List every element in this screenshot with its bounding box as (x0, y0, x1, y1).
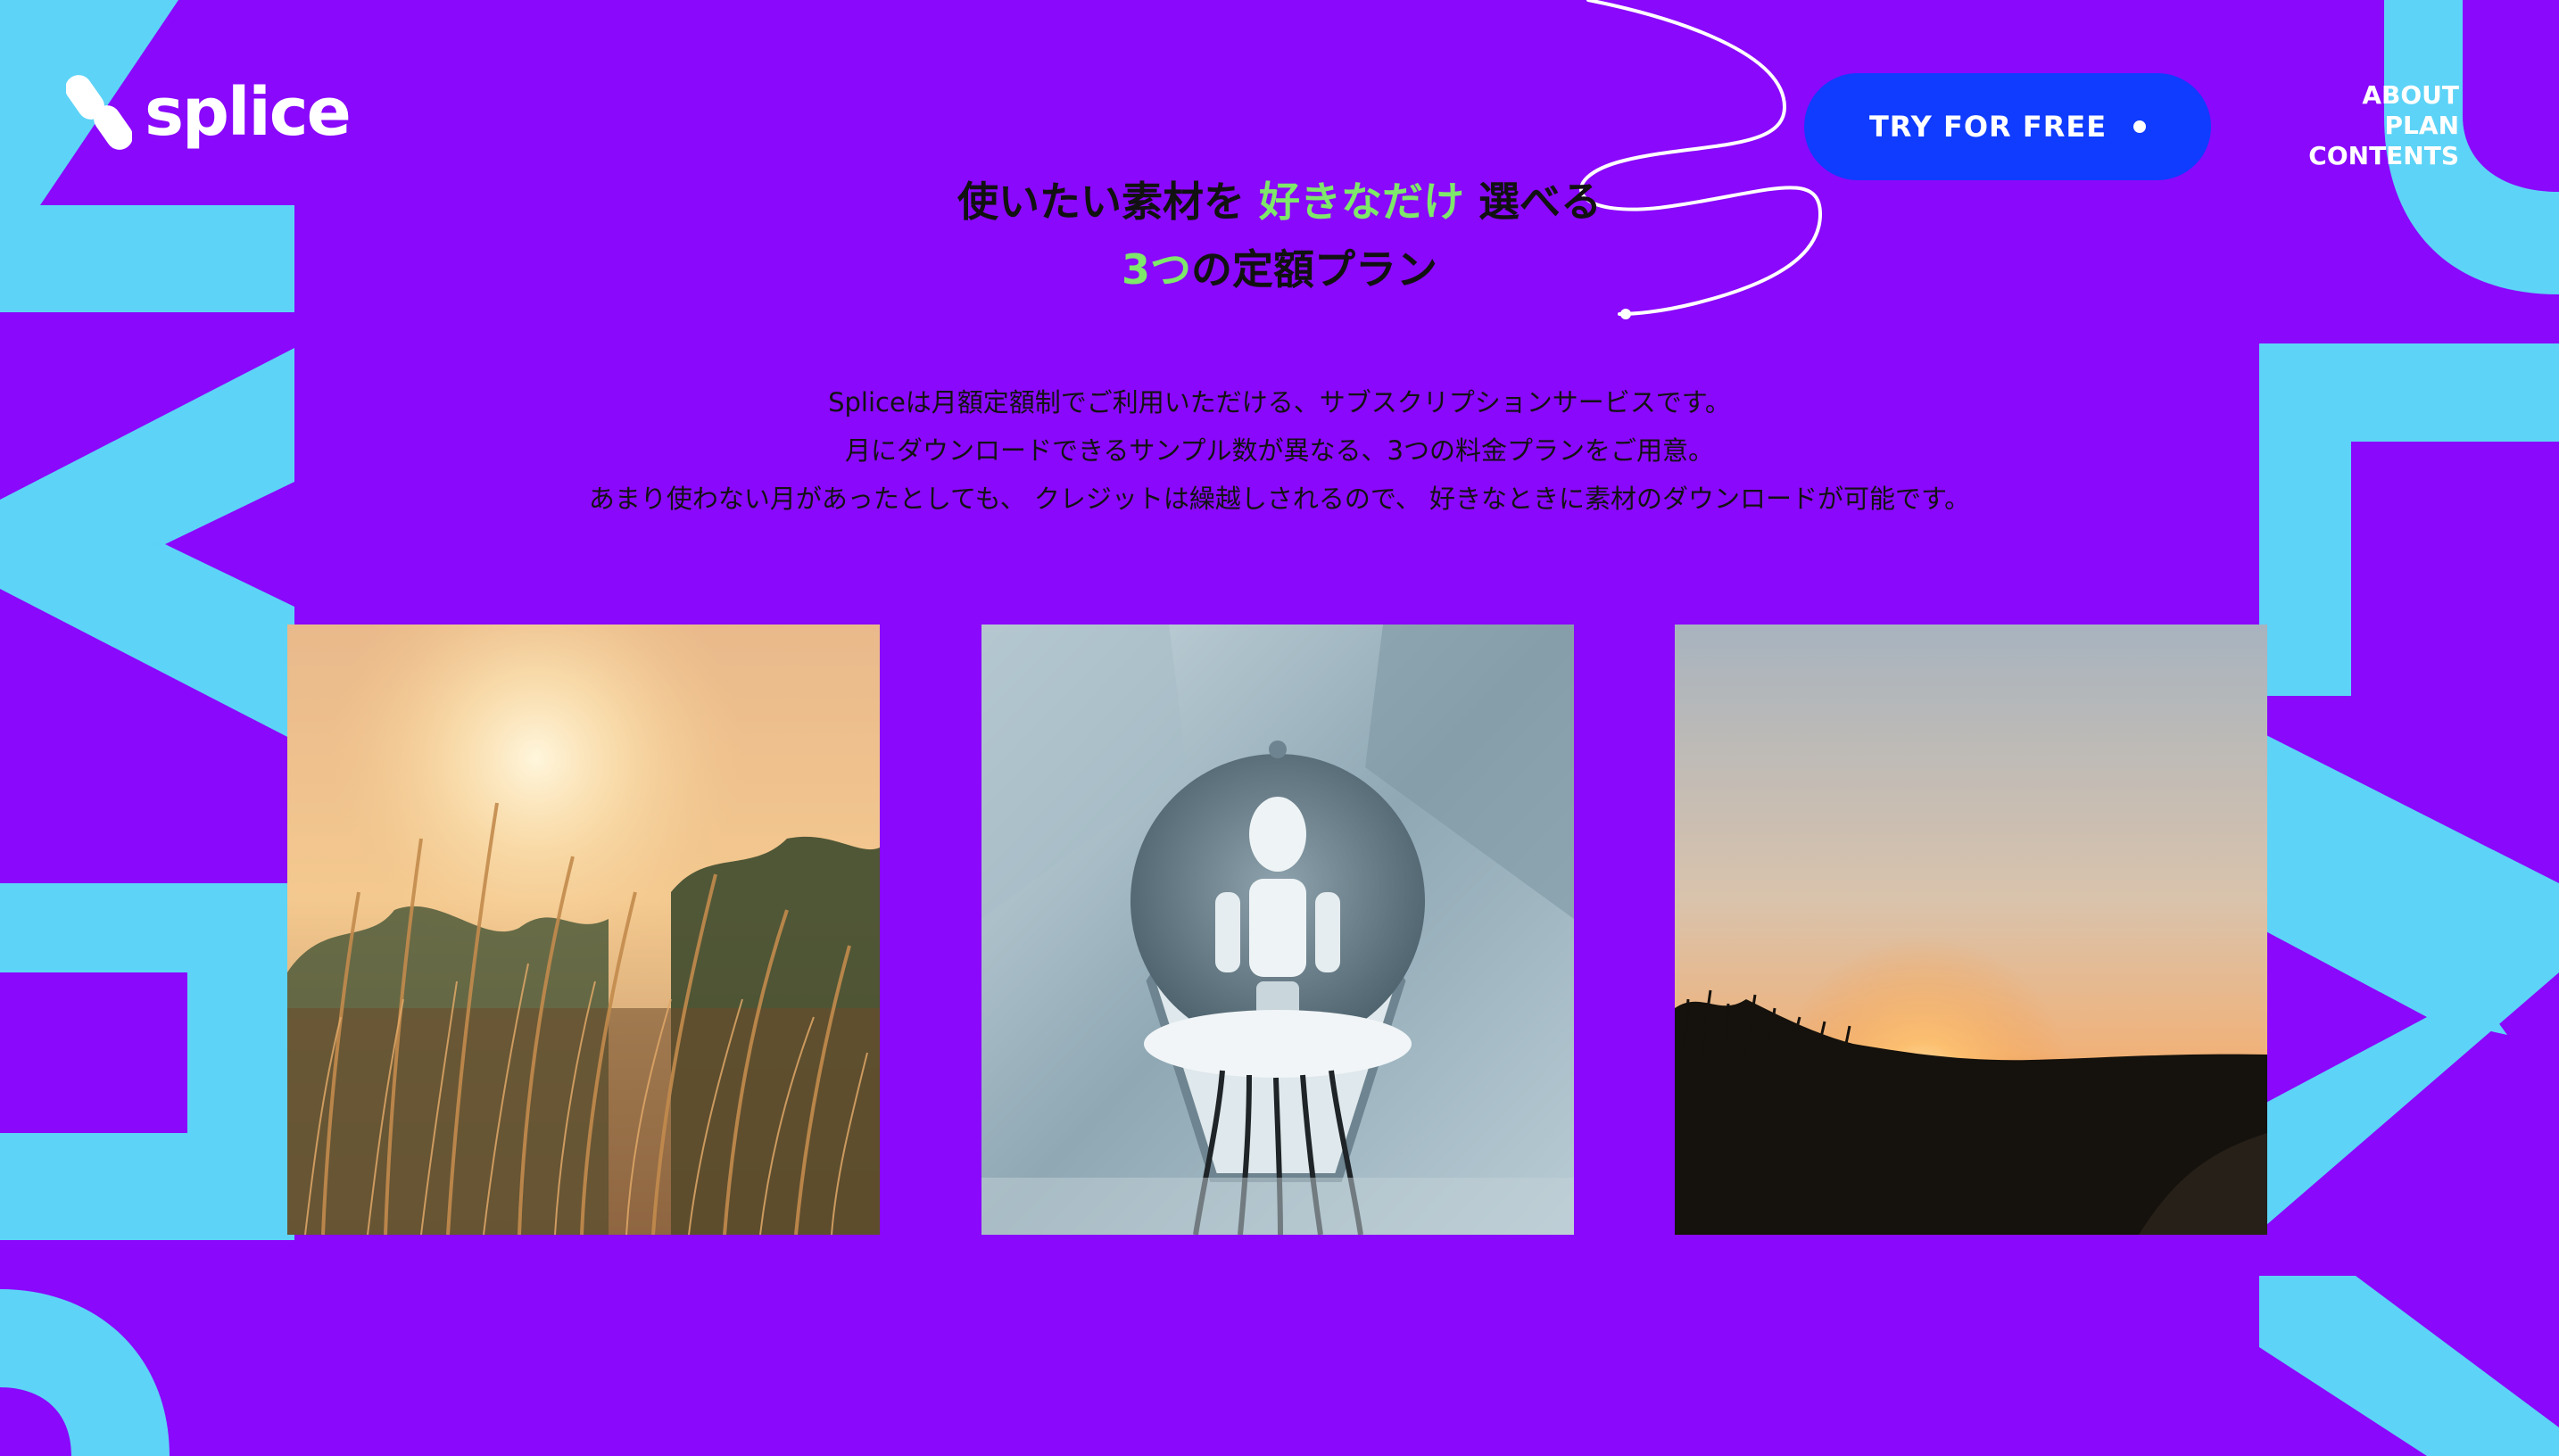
headline-text: 選べる (1464, 178, 1602, 226)
section-headline: 使いたい素材を 好きなだけ 選べる 3つの定額プラン (0, 168, 2559, 303)
nav-plan[interactable]: PLAN (2308, 111, 2459, 141)
headline-text: 使いたい素材を (957, 178, 1259, 226)
nav-about[interactable]: ABOUT (2308, 80, 2459, 111)
headline-accent: 好きなだけ (1259, 178, 1464, 226)
logo-wordmark: splice (145, 74, 352, 151)
splice-logo[interactable]: splice (66, 70, 352, 155)
cta-label: TRY FOR FREE (1868, 110, 2108, 144)
dot-icon (2133, 120, 2147, 133)
robot-meditation-photo (981, 625, 1574, 1235)
grass-sunset-photo (287, 625, 880, 1235)
headline-accent: 3つ (1121, 245, 1191, 294)
description-line: あまり使わない月があったとしても、 クレジットは繰越しされるので、 好きなときに… (588, 484, 1971, 514)
headline-line-1: 使いたい素材を 好きなだけ 選べる (0, 168, 2559, 236)
headline-text: の定額プラン (1191, 245, 1437, 294)
nav-contents[interactable]: CONTENTS (2308, 141, 2459, 171)
description-line: 月にダウンロードできるサンプル数が異なる、3つの料金プランをご用意。 (844, 435, 1714, 466)
sunset-field-photo (1675, 625, 2267, 1235)
top-nav: ABOUT PLAN CONTENTS (2308, 80, 2459, 171)
headline-line-2: 3つの定額プラン (0, 236, 2559, 303)
splice-logo-icon (66, 75, 132, 150)
plan-description: Spliceは月額定額制でご利用いただける、サブスクリプションサービスです。 月… (0, 378, 2559, 523)
description-line: Spliceは月額定額制でご利用いただける、サブスクリプションサービスです。 (828, 387, 1731, 418)
try-for-free-button[interactable]: TRY FOR FREE (1804, 73, 2211, 180)
